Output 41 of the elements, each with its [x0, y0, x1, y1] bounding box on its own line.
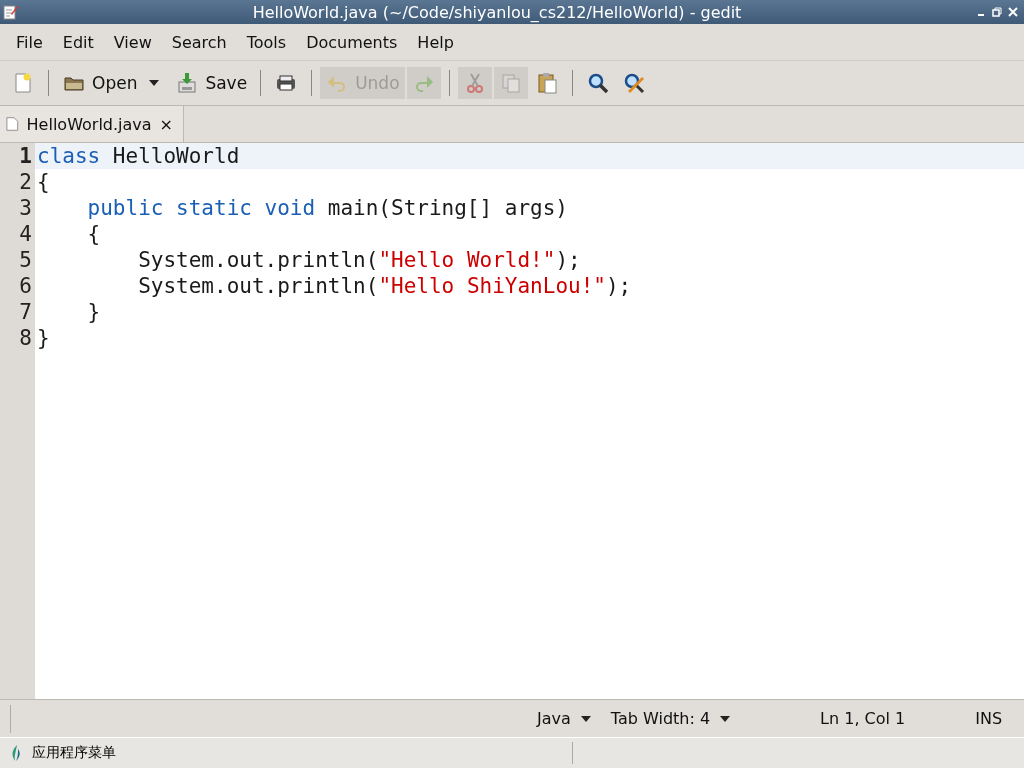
- code-line: public static void main(String[] args): [86, 195, 570, 221]
- line-number: 2: [0, 169, 35, 195]
- leaf-icon: [10, 745, 22, 761]
- menu-item[interactable]: File: [6, 32, 53, 52]
- code-line: {: [36, 169, 51, 195]
- caret-icon: [720, 715, 731, 722]
- code-line: }: [36, 325, 51, 351]
- code-line: {: [86, 221, 102, 247]
- language-selector[interactable]: Java: [527, 709, 601, 728]
- document-tab[interactable]: HelloWorld.java ×: [0, 106, 184, 142]
- line-number: 5: [0, 247, 35, 273]
- line-number: 3: [0, 195, 35, 221]
- line-number: 6: [0, 273, 35, 299]
- code-line: System.out.println("Hello ShiYanLou!");: [137, 273, 633, 299]
- tab-close-button[interactable]: ×: [159, 114, 173, 134]
- line-number: 1: [0, 143, 35, 169]
- tab-width-selector[interactable]: Tab Width: 4: [600, 709, 741, 728]
- open-button[interactable]: Open: [57, 67, 143, 99]
- code-line: System.out.println("Hello World!");: [137, 247, 582, 273]
- line-number: 8: [0, 325, 35, 351]
- editor-area[interactable]: 1 class HelloWorld 2 { 3 public static void main(String[] args) 4 { 5 System.out.println("Hello World!"); 6 System.out.println("Hello ShiYanLou!"); 7 } 8 }: [0, 143, 1024, 699]
- tab-label: HelloWorld.java: [26, 114, 152, 134]
- menu-item[interactable]: Tools: [236, 32, 297, 52]
- restore-icon[interactable]: [992, 7, 1002, 17]
- window-title: HelloWorld.java (~/Code/shiyanlou_cs212/HelloWorld) - gedit: [251, 2, 743, 22]
- caret-icon[interactable]: [148, 79, 161, 87]
- close-icon[interactable]: [1008, 7, 1018, 17]
- code-line: }: [86, 299, 102, 325]
- cursor-position: Ln 1, Col 1: [819, 709, 907, 728]
- menu-item[interactable]: Edit: [52, 32, 104, 52]
- save-button[interactable]: Save: [170, 67, 253, 99]
- menu-item[interactable]: Search: [161, 32, 237, 52]
- line-number: 4: [0, 221, 35, 247]
- menu-item[interactable]: Documents: [296, 32, 408, 52]
- insert-mode: INS: [974, 709, 1004, 728]
- menu-item[interactable]: View: [103, 32, 162, 52]
- document-icon: [6, 116, 19, 132]
- caret-icon: [580, 715, 591, 722]
- line-number: 7: [0, 299, 35, 325]
- notepad-icon: [2, 4, 18, 20]
- menu-item[interactable]: Help: [407, 32, 464, 52]
